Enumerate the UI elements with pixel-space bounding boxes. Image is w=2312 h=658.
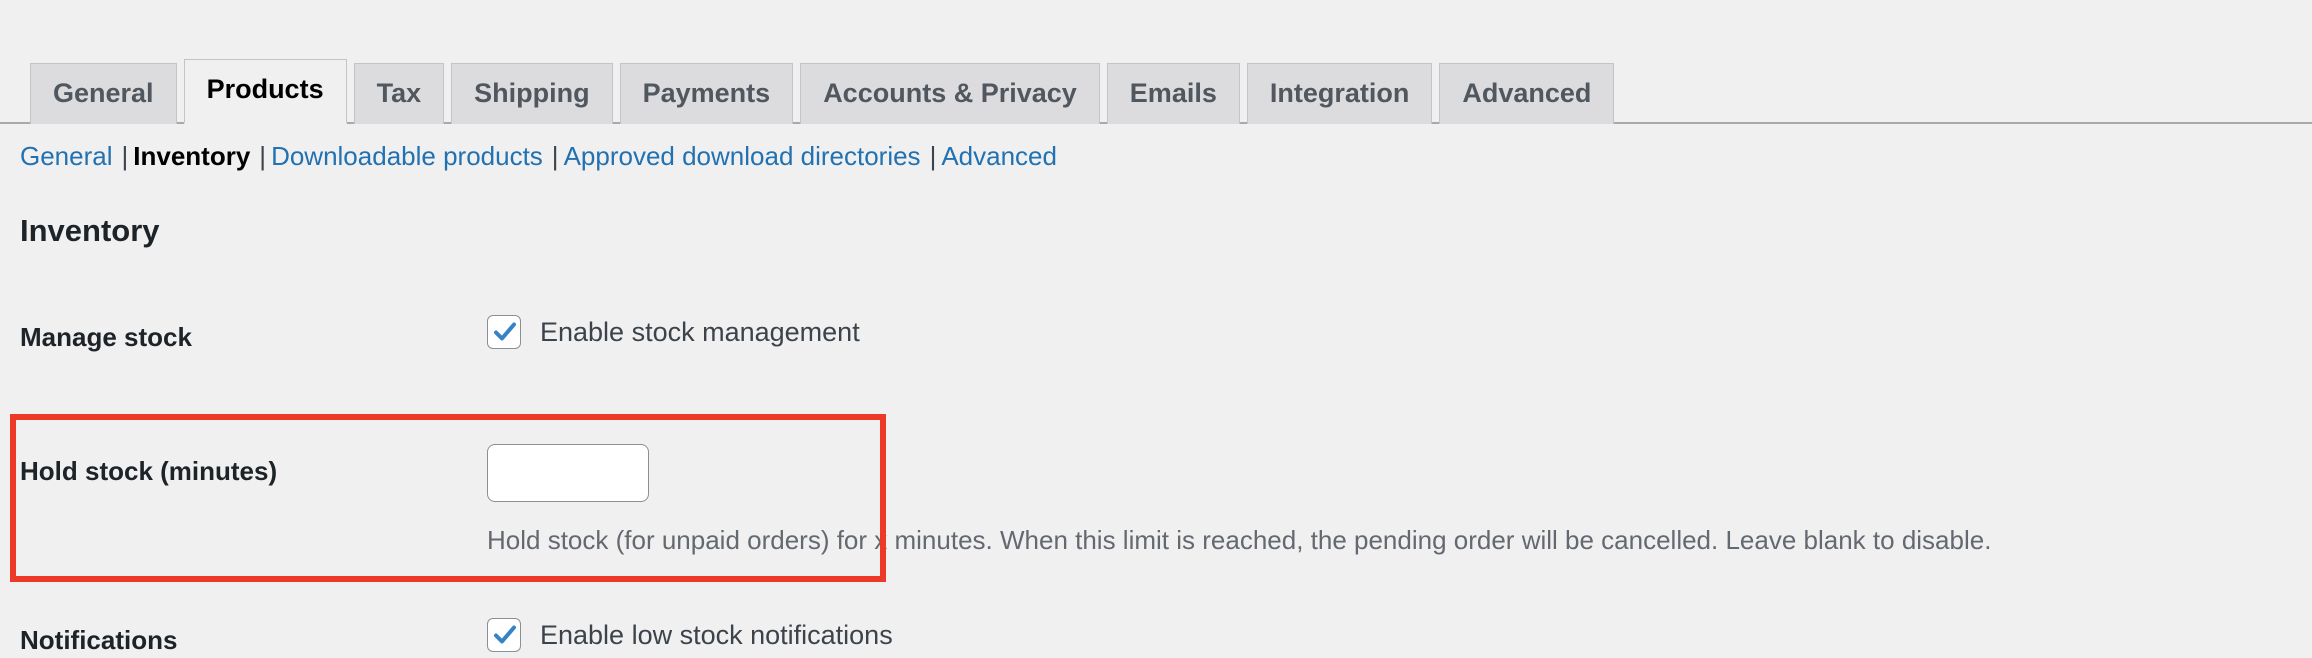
hold-stock-input[interactable]	[487, 444, 649, 502]
checkmark-icon	[494, 322, 516, 341]
checkmark-icon	[494, 625, 516, 644]
enable-stock-management-control[interactable]: Enable stock management	[487, 315, 860, 349]
tab-integration[interactable]: Integration	[1246, 63, 1433, 124]
subnav-item-approved-download-directories[interactable]: Approved download directories	[564, 141, 921, 171]
subnav-item-advanced[interactable]: Advanced	[941, 141, 1057, 171]
tab-shipping[interactable]: Shipping	[451, 63, 613, 124]
page-title: Inventory	[20, 213, 160, 248]
tab-emails[interactable]: Emails	[1106, 63, 1240, 124]
hold-stock-description: Hold stock (for unpaid orders) for x min…	[487, 525, 1992, 555]
subnav-separator: |	[259, 141, 267, 171]
tab-general[interactable]: General	[30, 63, 177, 124]
enable-stock-management-checkbox[interactable]	[487, 315, 521, 349]
manage-stock-label: Manage stock	[20, 322, 192, 352]
enable-low-stock-notifications-control[interactable]: Enable low stock notifications	[487, 618, 893, 652]
enable-low-stock-notifications-checkbox[interactable]	[487, 618, 521, 652]
tab-products[interactable]: Products	[183, 59, 347, 124]
subnav-separator: |	[929, 141, 937, 171]
tab-tax[interactable]: Tax	[353, 63, 445, 124]
settings-tab-bar: General Products Tax Shipping Payments A…	[0, 0, 2312, 124]
notifications-label: Notifications	[20, 625, 178, 655]
subnav-separator: |	[551, 141, 559, 171]
subnav-item-inventory[interactable]: Inventory	[133, 141, 250, 171]
subnav-item-general[interactable]: General	[20, 141, 113, 171]
tab-advanced[interactable]: Advanced	[1439, 63, 1615, 124]
hold-stock-label: Hold stock (minutes)	[20, 456, 278, 486]
enable-low-stock-notifications-label: Enable low stock notifications	[540, 619, 893, 650]
settings-subnav: General | Inventory | Downloadable products |…	[20, 140, 1057, 174]
enable-stock-management-label: Enable stock management	[540, 316, 860, 347]
subnav-separator: |	[121, 141, 129, 171]
subnav-item-downloadable-products[interactable]: Downloadable products	[271, 141, 543, 171]
tab-payments[interactable]: Payments	[619, 63, 794, 124]
tab-accounts-privacy[interactable]: Accounts & Privacy	[800, 63, 1100, 124]
